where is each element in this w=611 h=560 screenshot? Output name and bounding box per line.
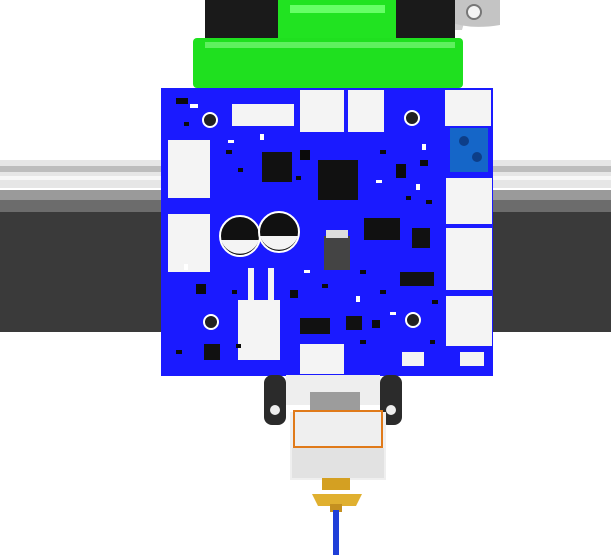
terminal-block-icon	[450, 128, 488, 172]
cad-viewport	[0, 0, 611, 555]
assembly-render	[0, 0, 611, 555]
pcb-board	[161, 88, 493, 376]
heater-block-icon	[290, 410, 386, 480]
nozzle-icon	[312, 478, 362, 555]
